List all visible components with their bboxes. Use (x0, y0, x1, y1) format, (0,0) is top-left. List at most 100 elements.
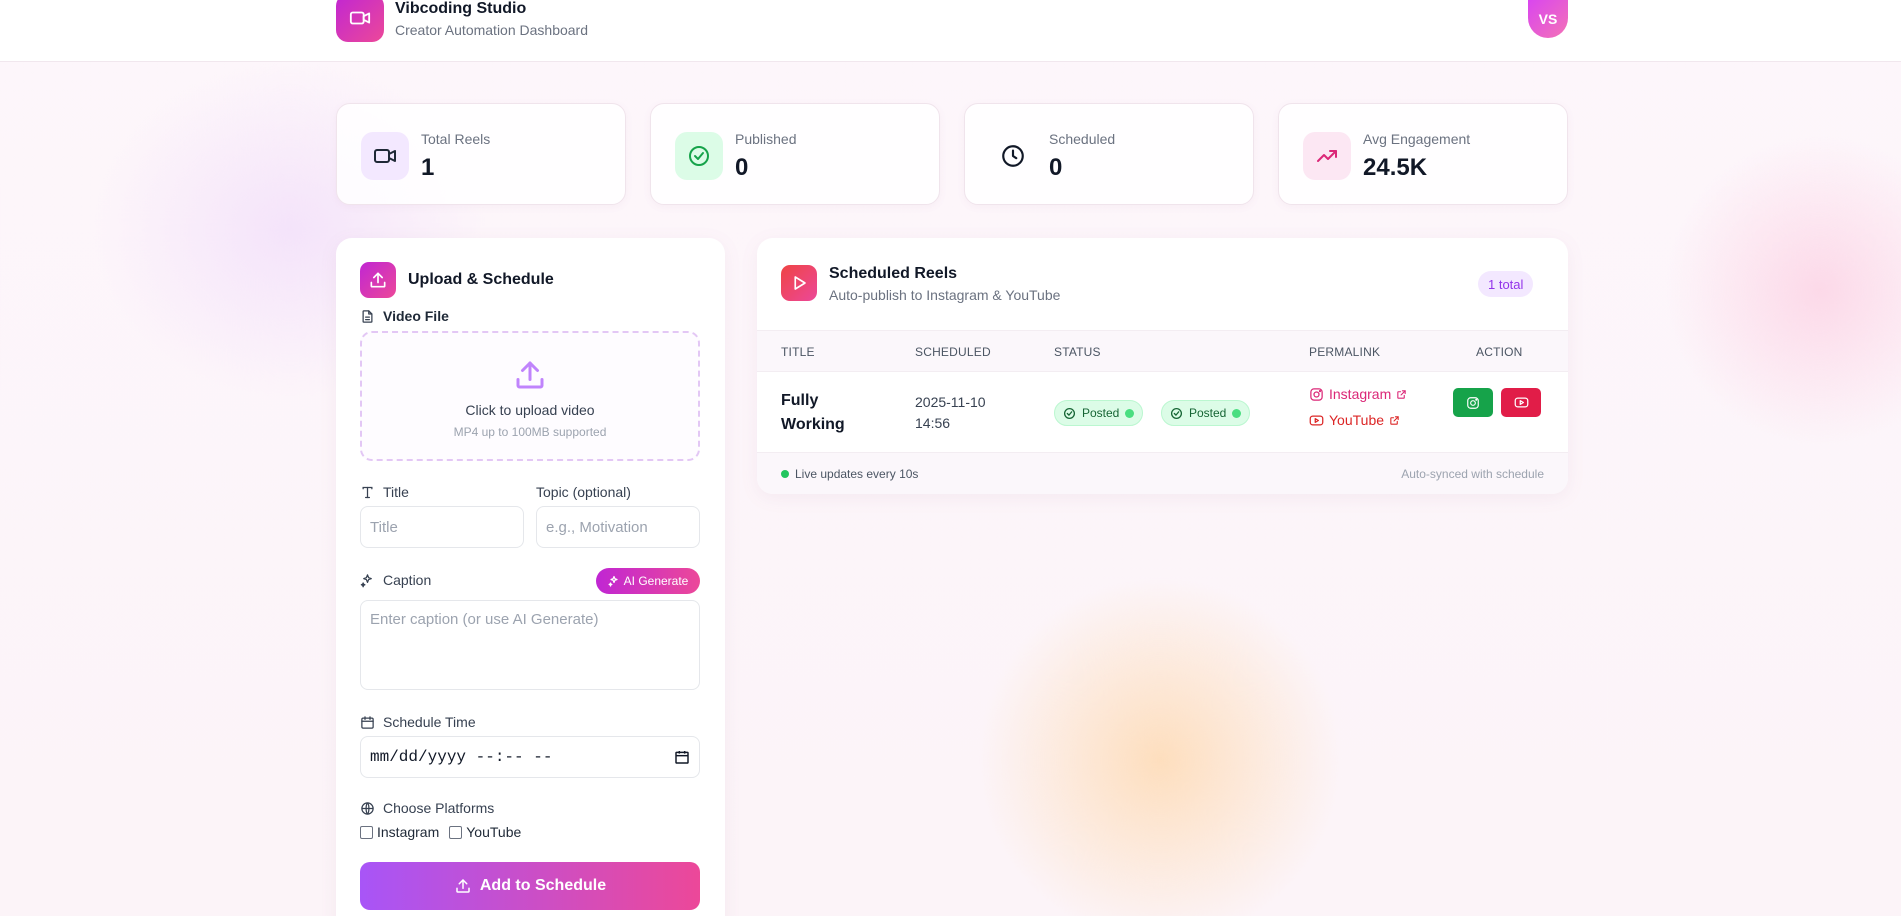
caption-textarea[interactable] (360, 600, 700, 690)
ai-generate-button[interactable]: AI Generate (596, 568, 700, 594)
upload-icon (360, 262, 396, 298)
column-header-action: ACTION (1476, 345, 1523, 359)
schedule-time-label-text: Schedule Time (383, 714, 476, 730)
youtube-permalink-text: YouTube (1329, 412, 1385, 428)
live-updates-indicator: Live updates every 10s (781, 467, 918, 481)
video-file-label-text: Video File (383, 308, 449, 324)
status-text: Posted (1082, 406, 1120, 420)
stat-label: Total Reels (421, 131, 491, 147)
column-header-scheduled: SCHEDULED (915, 345, 991, 359)
live-updates-text: Live updates every 10s (795, 467, 919, 481)
stat-label: Scheduled (1049, 131, 1116, 147)
auto-sync-text: Auto-synced with schedule (1401, 467, 1544, 481)
play-icon (781, 265, 817, 301)
sparkles-icon (608, 575, 618, 587)
schedule-time-label: Schedule Time (360, 714, 476, 730)
status-text: Posted (1189, 406, 1227, 420)
dropzone-text: Click to upload video (465, 402, 595, 418)
instagram-permalink[interactable]: Instagram (1309, 386, 1407, 402)
text-icon (362, 486, 373, 498)
upload-icon (456, 879, 470, 893)
youtube-icon (1309, 415, 1324, 425)
stat-value: 0 (1049, 154, 1063, 181)
scheduled-panel-title: Scheduled Reels (829, 265, 958, 282)
stat-value: 24.5K (1363, 154, 1428, 181)
instagram-icon (1310, 387, 1323, 401)
check-circle-icon (1063, 407, 1076, 419)
topic-input[interactable] (536, 506, 700, 548)
video-icon (349, 11, 371, 25)
status-badge-youtube: Posted (1161, 400, 1251, 426)
upload-cloud-icon (512, 357, 548, 398)
total-count-badge: 1 total (1478, 271, 1534, 297)
external-link-icon (1397, 389, 1406, 399)
caption-label-text: Caption (383, 572, 432, 588)
platform-option-youtube[interactable]: YouTube (449, 824, 521, 840)
stat-card-avg-engagement: Avg Engagement 24.5K (1278, 103, 1568, 205)
trending-up-icon (1303, 132, 1351, 180)
title-input[interactable] (360, 506, 524, 548)
topic-label: Topic (optional) (536, 484, 631, 500)
add-to-schedule-label: Add to Schedule (479, 877, 607, 894)
upload-panel-title: Upload & Schedule (408, 271, 554, 288)
video-file-label: Video File (360, 308, 449, 324)
sparkles-icon (360, 573, 372, 587)
live-dot (781, 470, 789, 478)
platform-option-instagram[interactable]: Instagram (360, 824, 439, 840)
stat-label: Avg Engagement (1363, 131, 1471, 147)
caption-label: Caption (360, 572, 431, 588)
user-avatar[interactable]: VS (1528, 0, 1568, 38)
video-dropzone[interactable]: Click to upload video MP4 up to 100MB su… (360, 331, 700, 461)
reel-scheduled-time: 2025-11-10 14:56 (915, 394, 986, 431)
stat-value: 0 (735, 154, 749, 181)
calendar-icon (361, 715, 374, 729)
dropzone-hint: MP4 up to 100MB supported (453, 425, 607, 439)
reel-title: Fully Working (781, 392, 845, 433)
stat-card-scheduled: Scheduled 0 (964, 103, 1254, 205)
status-dot (1125, 408, 1135, 418)
youtube-icon (1514, 397, 1528, 408)
post-youtube-button[interactable] (1501, 388, 1541, 417)
instagram-icon (1467, 396, 1479, 409)
stat-card-total-reels: Total Reels 1 (336, 103, 626, 205)
video-icon (361, 132, 409, 180)
youtube-checkbox[interactable] (449, 825, 463, 839)
globe-icon (361, 801, 374, 815)
add-to-schedule-button[interactable]: Add to Schedule (360, 862, 700, 910)
upload-schedule-panel: Upload & Schedule Video File Click to up… (336, 238, 725, 916)
post-instagram-button[interactable] (1453, 388, 1493, 417)
datetime-value: mm/dd/yyyy --:-- -- (370, 748, 553, 766)
instagram-checkbox-label: Instagram (377, 824, 440, 840)
scheduled-reels-panel: Scheduled Reels Auto-publish to Instagra… (757, 238, 1568, 494)
check-circle-icon (1170, 407, 1183, 419)
stat-card-published: Published 0 (650, 103, 940, 205)
platform-checkboxes: Instagram YouTube (360, 824, 521, 840)
title-label: Title (360, 484, 409, 500)
check-circle-icon (675, 132, 723, 180)
clock-icon (989, 132, 1037, 180)
brand-logo[interactable] (336, 0, 384, 42)
column-header-permalink: PERMALINK (1309, 345, 1381, 359)
instagram-permalink-text: Instagram (1329, 386, 1392, 402)
column-header-status: STATUS (1054, 345, 1101, 359)
youtube-permalink[interactable]: YouTube (1309, 412, 1400, 428)
scheduled-panel-subtitle: Auto-publish to Instagram & YouTube (829, 287, 1061, 303)
status-dot (1232, 408, 1242, 418)
youtube-checkbox-label: YouTube (466, 824, 522, 840)
status-badge-instagram: Posted (1054, 400, 1144, 426)
table-row: Fully Working 2025-11-10 14:56 Posted Po… (757, 372, 1568, 456)
platforms-label-text: Choose Platforms (383, 800, 495, 816)
external-link-icon (1390, 415, 1399, 425)
file-icon (362, 309, 373, 323)
stat-label: Published (735, 131, 797, 147)
top-header: Vibcoding Studio Creator Automation Dash… (0, 0, 1901, 62)
calendar-picker-icon[interactable] (674, 749, 690, 765)
platforms-label: Choose Platforms (360, 800, 494, 816)
instagram-checkbox[interactable] (360, 825, 373, 839)
ai-generate-label: AI Generate (623, 574, 689, 588)
table-header: TITLE SCHEDULED STATUS PERMALINK ACTION (757, 330, 1568, 372)
column-header-title: TITLE (781, 345, 815, 359)
schedule-datetime-input[interactable]: mm/dd/yyyy --:-- -- (360, 736, 700, 778)
stat-value: 1 (421, 154, 435, 181)
brand-name: Vibcoding Studio (395, 0, 527, 17)
